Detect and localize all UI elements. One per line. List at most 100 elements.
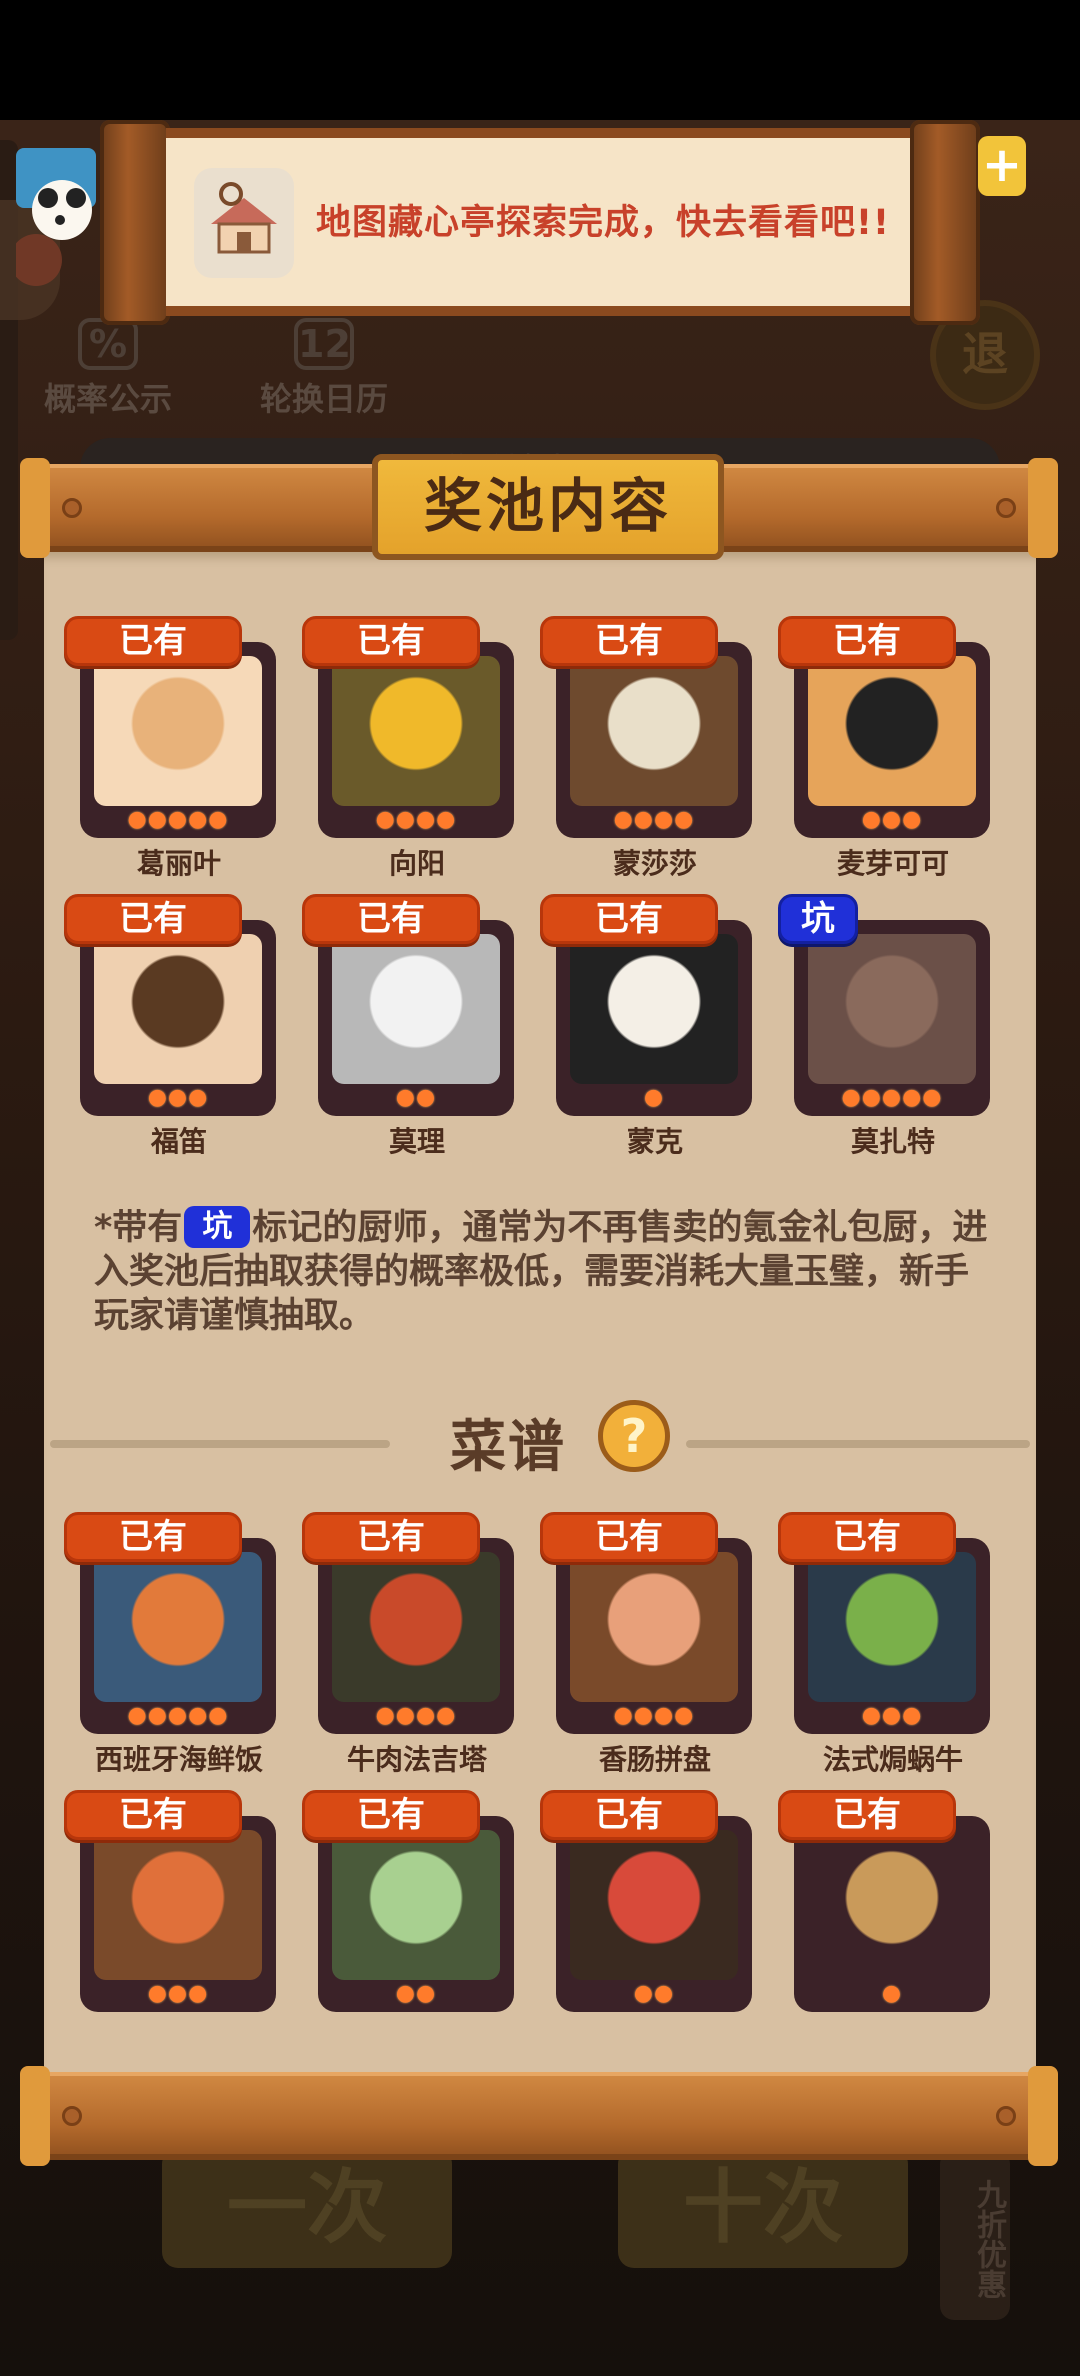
owned-badge: 已有: [540, 894, 718, 944]
chef-frame: ●●●: [794, 642, 990, 838]
rarity-flames: ●●●●: [613, 1703, 695, 1728]
rotation-calendar-label: 轮换日历: [259, 380, 388, 418]
draw-once-button: 一次: [162, 2148, 452, 2268]
chef-card[interactable]: ●●●●● 坑莫扎特: [778, 894, 990, 1174]
chef-name: 莫理: [388, 1125, 445, 1158]
owned-badge: 已有: [64, 1512, 242, 1562]
chef-name: 蒙莎莎: [612, 847, 697, 880]
chef-name: 麦芽可可: [836, 847, 949, 880]
chef-card[interactable]: ● 已有蒙克: [540, 894, 752, 1174]
add-currency-button[interactable]: +: [978, 136, 1026, 196]
chef-frame: ●●●: [80, 920, 276, 1116]
owned-badge: 已有: [302, 1790, 480, 1840]
rarity-flames: ●●●: [861, 807, 923, 832]
owned-badge: 已有: [540, 1790, 718, 1840]
owned-badge: 已有: [64, 1790, 242, 1840]
panda-mascot-icon: [16, 148, 96, 286]
recipe-frame: ●●●: [794, 1538, 990, 1734]
owned-badge: 已有: [302, 616, 480, 666]
owned-badge: 已有: [778, 1790, 956, 1840]
recipe-card[interactable]: ● 已有: [778, 1790, 990, 2070]
panel-title: 奖池内容: [372, 454, 724, 560]
rarity-flames: ●●: [395, 1085, 437, 1110]
note-prefix: *带有: [94, 1208, 183, 1248]
owned-badge: 已有: [302, 1512, 480, 1562]
recipe-card[interactable]: ●●●● 已有牛肉法吉塔: [302, 1512, 514, 1792]
rarity-flames: ●●●●●: [127, 1703, 229, 1728]
pit-badge: 坑: [778, 894, 858, 944]
rarity-flames: ●●●●: [613, 807, 695, 832]
rarity-flames: ●●●●●: [841, 1085, 943, 1110]
chef-portrait: [570, 934, 738, 1084]
pit-badge-inline: 坑: [184, 1206, 251, 1248]
scroll-roll-left: [100, 120, 170, 325]
recipe-card[interactable]: ●●●● 已有 香肠拼盘: [540, 1512, 752, 1792]
recipe-portrait: [332, 1552, 500, 1702]
rarity-flames: ●●●: [147, 1085, 209, 1110]
divider-left: [50, 1440, 390, 1448]
owned-badge: 已有: [540, 1512, 718, 1562]
discount-badge: 九折优惠: [940, 2150, 1010, 2320]
notification-text: 地图藏心亭探索完成，快去看看吧!!: [316, 203, 890, 243]
recipes-section-header: 菜谱 ?: [50, 1396, 1030, 1486]
rarity-flames: ●●●: [861, 1703, 923, 1728]
chef-card[interactable]: ●●●● 已有向阳: [302, 616, 514, 896]
recipe-portrait: [570, 1830, 738, 1980]
chef-card[interactable]: ●●●● 已有 蒙莎莎: [540, 616, 752, 896]
chef-frame: ●●●●●: [794, 920, 990, 1116]
recipe-card[interactable]: ●● 已有: [302, 1790, 514, 2070]
help-button[interactable]: ?: [598, 1400, 670, 1472]
rarity-flames: ●●●●: [375, 1703, 457, 1728]
chef-portrait: [570, 656, 738, 806]
chef-card[interactable]: ●●●●● 已有葛丽叶: [64, 616, 276, 896]
recipe-name: 法式焗蜗牛: [822, 1743, 963, 1776]
draw-ten-button: 十次: [618, 2148, 908, 2268]
recipe-card[interactable]: ●●● 已有: [64, 1790, 276, 2070]
owned-badge: 已有: [778, 616, 956, 666]
rarity-flames: ●●●: [147, 1981, 209, 2006]
notification-scroll[interactable]: 地图藏心亭探索完成，快去看看吧!!: [100, 120, 980, 325]
recipe-frame: ●●●●●: [80, 1538, 276, 1734]
rarity-flames: ●: [881, 1981, 903, 2006]
chef-frame: ●●●●: [318, 642, 514, 838]
recipe-portrait: [570, 1552, 738, 1702]
chef-name: 葛丽叶: [136, 847, 221, 880]
recipe-frame: ●●: [556, 1816, 752, 2012]
status-bar-area: [0, 0, 1080, 120]
recipe-card[interactable]: ●●●●● 已有 西班牙海鲜饭: [64, 1512, 276, 1792]
scroll-rod-bottom: [20, 2066, 1058, 2166]
chef-card[interactable]: ●●● 已有麦芽可可: [778, 616, 990, 896]
chef-card[interactable]: ●● 已有莫理: [302, 894, 514, 1174]
chef-portrait: [94, 934, 262, 1084]
recipe-name: 牛肉法吉塔: [346, 1743, 487, 1776]
chef-portrait: [332, 934, 500, 1084]
chef-frame: ●●●●●: [80, 642, 276, 838]
rarity-flames: ●●●●: [375, 807, 457, 832]
owned-badge: 已有: [778, 1512, 956, 1562]
chef-portrait: [332, 656, 500, 806]
rarity-flames: ●●: [395, 1981, 437, 2006]
owned-badge: 已有: [302, 894, 480, 944]
rotation-calendar-button: 12 轮换日历: [244, 318, 404, 420]
recipe-frame: ●●: [318, 1816, 514, 2012]
pit-note: *带有坑标记的厨师，通常为不再售卖的氪金礼包厨，进入奖池后抽取获得的概率极低，需…: [94, 1206, 994, 1338]
scroll-roll-right: [910, 120, 980, 325]
chef-name: 向阳: [388, 847, 445, 880]
recipe-portrait: [94, 1830, 262, 1980]
recipe-frame: ●: [794, 1816, 990, 2012]
divider-right: [686, 1440, 1030, 1448]
rarity-flames: ●: [643, 1085, 665, 1110]
chef-card[interactable]: ●●● 已有 福笛: [64, 894, 276, 1174]
notification-paper: 地图藏心亭探索完成，快去看看吧!!: [166, 128, 914, 316]
recipe-card[interactable]: ●●● 已有法式焗蜗牛: [778, 1512, 990, 1792]
recipe-frame: ●●●: [80, 1816, 276, 2012]
rarity-flames: ●●: [633, 1981, 675, 2006]
recipe-card[interactable]: ●● 已有: [540, 1790, 752, 2070]
chef-portrait: [94, 656, 262, 806]
probability-button: % 概率公示: [28, 318, 188, 420]
calendar-icon: 12: [294, 318, 354, 370]
chef-name: 蒙克: [626, 1125, 683, 1158]
chef-portrait: [808, 656, 976, 806]
recipe-portrait: [94, 1552, 262, 1702]
owned-badge: 已有: [64, 616, 242, 666]
